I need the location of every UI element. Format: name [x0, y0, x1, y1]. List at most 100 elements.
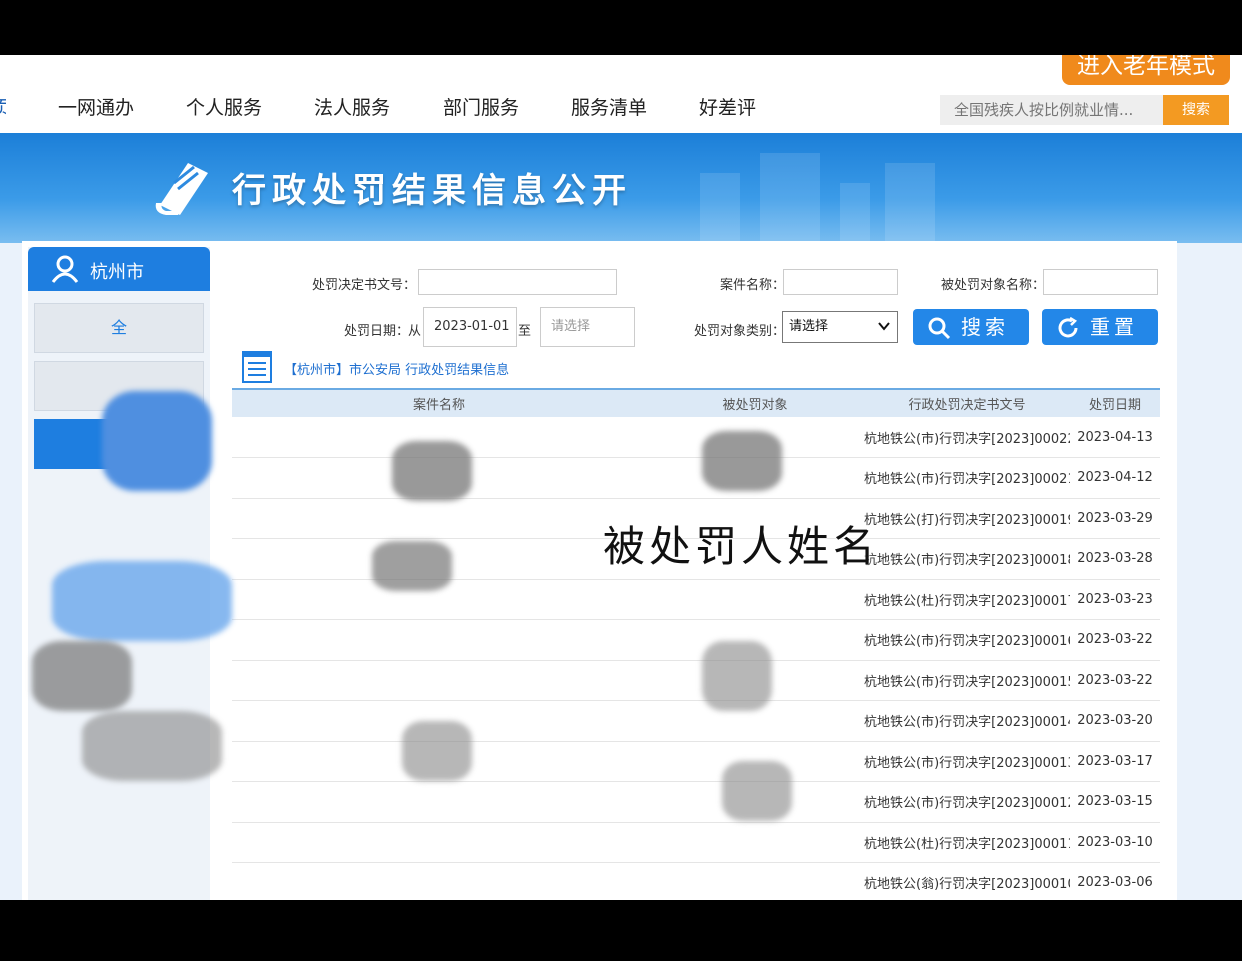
date-label: 处罚日期：	[344, 324, 410, 339]
date-end-input[interactable]: 请选择	[540, 307, 635, 347]
city-skyline-decor	[840, 183, 870, 243]
cell-doc-no: 杭地铁公(市)行罚决字[2023]00022号	[864, 417, 1070, 458]
content-card: 杭州市 全 处罚决定书文号： 案件名称： 被处罚对象名称： 处罚日期： 从 20…	[22, 241, 1177, 900]
cell-doc-no: 杭地铁公(市)行罚决字[2023]00014号	[864, 700, 1070, 742]
nav-item-one-stop[interactable]: 一网通办	[58, 93, 134, 120]
cell-doc-no: 杭地铁公(杜)行罚决字[2023]00011号	[864, 822, 1070, 863]
site-search-button[interactable]: 搜索	[1163, 95, 1229, 125]
cell-date: 2023-03-29	[1070, 498, 1160, 539]
cell-date: 2023-04-13	[1070, 417, 1160, 458]
city-skyline-decor	[700, 173, 740, 243]
table-row[interactable]: 杭地铁公(市)行罚决字[2023]00012号 2023-03-15	[232, 781, 1160, 823]
book-icon	[155, 163, 208, 215]
cell-doc-no: 杭地铁公(市)行罚决字[2023]00012号	[864, 781, 1070, 823]
elder-mode-button[interactable]: 进入老年模式	[1062, 55, 1230, 85]
table-row[interactable]: 杭地铁公(市)行罚决字[2023]00021号 2023-04-12	[232, 457, 1160, 499]
header-nav: 页 一网通办 个人服务 法人服务 部门服务 服务清单 好差评 进入老年模式 搜索	[0, 55, 1242, 133]
table-row[interactable]: 杭地铁公(杜)行罚决字[2023]00011号 2023-03-10	[232, 822, 1160, 863]
date-to-label: 至	[518, 324, 532, 339]
redaction-mark	[702, 641, 772, 711]
case-name-input[interactable]	[783, 269, 898, 295]
table-row[interactable]: 杭地铁公(杜)行罚决字[2023]00017号 2023-03-23	[232, 579, 1160, 620]
table-row[interactable]: 杭地铁公(市)行罚决字[2023]00014号 2023-03-20	[232, 700, 1160, 742]
col-header-target: 被处罚对象	[722, 398, 788, 413]
nav-item-legal-entity[interactable]: 法人服务	[314, 93, 390, 120]
doc-no-label: 处罚决定书文号：	[312, 278, 417, 293]
cell-date: 2023-03-28	[1070, 538, 1160, 580]
redaction-mark	[402, 721, 472, 781]
col-header-doc-no: 行政处罚决定书文号	[908, 398, 1026, 413]
nav-item-home[interactable]: 页	[0, 93, 6, 120]
bottom-black-bar	[0, 900, 1242, 961]
table-row[interactable]: 杭地铁公(市)行罚决字[2023]00013号 2023-03-17	[232, 741, 1160, 782]
target-type-select[interactable]: 请选择	[782, 311, 898, 343]
cell-target	[646, 579, 864, 620]
refresh-icon	[1058, 316, 1078, 338]
doc-no-input[interactable]	[418, 269, 617, 295]
target-name-input[interactable]	[1043, 269, 1158, 295]
cell-date: 2023-04-12	[1070, 457, 1160, 499]
nav-item-service-list[interactable]: 服务清单	[571, 93, 647, 120]
cell-target	[646, 862, 864, 900]
annotation-label: 被处罚人姓名	[603, 522, 880, 571]
cell-date: 2023-03-20	[1070, 700, 1160, 742]
search-button-label: 搜索	[961, 315, 1009, 339]
cell-doc-no: 杭地铁公(打)行罚决字[2023]00019号	[864, 498, 1070, 539]
table-row[interactable]: 杭地铁公(市)行罚决字[2023]00022号 2023-04-13	[232, 417, 1160, 458]
city-skyline-decor	[760, 153, 820, 243]
cell-doc-no: 杭地铁公(杜)行罚决字[2023]00017号	[864, 579, 1070, 620]
breadcrumb[interactable]: 【杭州市】市公安局 行政处罚结果信息	[284, 359, 509, 378]
site-search-input[interactable]	[940, 95, 1166, 125]
cell-doc-no: 杭地铁公(市)行罚决字[2023]00013号	[864, 741, 1070, 782]
cell-doc-no: 杭地铁公(市)行罚决字[2023]00015号	[864, 660, 1070, 701]
chevron-down-icon	[878, 322, 890, 331]
table-row[interactable]: 杭地铁公(市)行罚决字[2023]00015号 2023-03-22	[232, 660, 1160, 701]
cell-doc-no: 杭地铁公(市)行罚决字[2023]00021号	[864, 457, 1070, 499]
nav-item-rating[interactable]: 好差评	[699, 93, 756, 120]
cell-date: 2023-03-10	[1070, 822, 1160, 863]
list-icon	[242, 351, 272, 383]
page-banner: 行政处罚结果信息公开	[0, 133, 1242, 243]
redaction-mark	[102, 391, 212, 491]
cell-date: 2023-03-22	[1070, 619, 1160, 661]
cell-case-name[interactable]	[232, 862, 646, 900]
search-button[interactable]: 搜索	[913, 309, 1029, 345]
cell-date: 2023-03-22	[1070, 660, 1160, 701]
top-black-bar	[0, 0, 1242, 55]
redaction-mark	[82, 711, 222, 781]
date-start-input[interactable]: 2023-01-01	[423, 307, 517, 347]
col-header-date: 处罚日期	[1088, 398, 1141, 413]
cell-date: 2023-03-06	[1070, 862, 1160, 900]
cell-case-name[interactable]	[232, 660, 646, 701]
sidebar-item-all[interactable]: 全	[34, 303, 204, 353]
page: 页 一网通办 个人服务 法人服务 部门服务 服务清单 好差评 进入老年模式 搜索…	[0, 55, 1242, 900]
cell-case-name[interactable]	[232, 781, 646, 823]
cell-date: 2023-03-23	[1070, 579, 1160, 620]
table-row[interactable]: 杭地铁公(翁)行罚决字[2023]00010号 2023-03-06	[232, 862, 1160, 900]
nav-item-department[interactable]: 部门服务	[443, 93, 519, 120]
sidebar-title: 杭州市	[90, 262, 144, 283]
city-skyline-decor	[885, 163, 935, 243]
date-from-label: 从	[408, 324, 422, 339]
sidebar-header: 杭州市	[28, 247, 210, 291]
redaction-mark	[392, 441, 472, 501]
table-row[interactable]: 杭地铁公(市)行罚决字[2023]00016号 2023-03-22	[232, 619, 1160, 661]
cell-date: 2023-03-15	[1070, 781, 1160, 823]
reset-button[interactable]: 重置	[1042, 309, 1158, 345]
cell-case-name[interactable]	[232, 619, 646, 661]
reset-button-label: 重置	[1090, 315, 1138, 339]
target-type-label: 处罚对象类别：	[694, 324, 786, 339]
redaction-mark	[702, 431, 782, 491]
cell-case-name[interactable]	[232, 498, 646, 539]
cell-doc-no: 杭地铁公(市)行罚决字[2023]00018号	[864, 538, 1070, 580]
cell-case-name[interactable]	[232, 822, 646, 863]
cell-doc-no: 杭地铁公(翁)行罚决字[2023]00010号	[864, 862, 1070, 900]
results-table: 案件名称 被处罚对象 行政处罚决定书文号 处罚日期 杭地铁公(市)行罚决字[20…	[232, 388, 1160, 900]
case-name-label: 案件名称：	[720, 278, 786, 293]
magnifier-icon	[928, 317, 951, 340]
user-icon	[51, 255, 79, 283]
target-type-value: 请选择	[789, 319, 829, 334]
cell-doc-no: 杭地铁公(市)行罚决字[2023]00016号	[864, 619, 1070, 661]
nav-item-personal[interactable]: 个人服务	[186, 93, 262, 120]
table-header-row: 案件名称 被处罚对象 行政处罚决定书文号 处罚日期	[232, 389, 1160, 417]
